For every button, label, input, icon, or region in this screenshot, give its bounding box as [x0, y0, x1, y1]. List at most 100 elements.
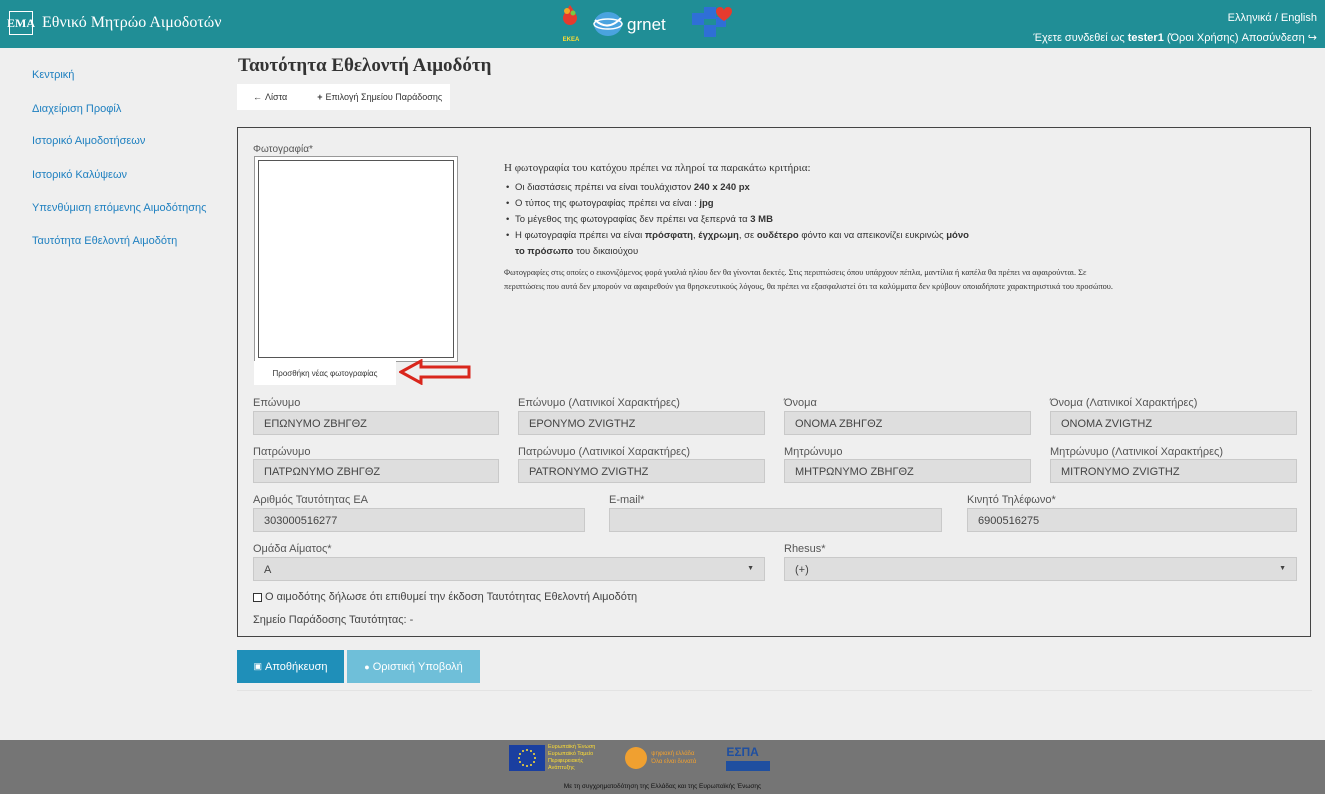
email-input[interactable]: [609, 508, 942, 532]
mother-name-latin-label: Μητρώνυμο (Λατινικοί Χαρακτήρες): [1050, 446, 1223, 458]
save-button[interactable]: ▣ Αποθήκευση: [237, 650, 344, 683]
father-name-latin-label: Πατρώνυμο (Λατινικοί Χαρακτήρες): [518, 446, 691, 458]
surname-label: Επώνυμο: [253, 397, 301, 409]
rhesus-value: (+): [795, 564, 809, 576]
photo-criteria: Η φωτογραφία του κατόχου πρέπει να πληρο…: [504, 162, 1113, 294]
criteria-item: Οι διαστάσεις πρέπει να είναι τουλάχιστο…: [504, 180, 1064, 196]
espa-bar: [726, 761, 771, 771]
final-submit-button[interactable]: ● Οριστική Υποβολή: [347, 650, 480, 683]
blood-group-label: Ομάδα Αίματος*: [253, 543, 332, 555]
id-number-label: Αριθμός Ταυτότητας ΕΑ: [253, 494, 369, 506]
logout-icon[interactable]: ↪: [1308, 32, 1317, 44]
criteria-item: Ο τύπος της φωτογραφίας πρέπει να είναι …: [504, 196, 1064, 212]
digital-greece-text: ψηφιακή ελλάδα Όλα είναι δυνατά: [651, 751, 697, 765]
consent-row: Ο αιμοδότης δήλωσε ότι επιθυμεί την έκδο…: [253, 591, 637, 603]
divider: [237, 690, 1312, 691]
terms-link[interactable]: (Όροι Χρήσης): [1167, 32, 1239, 44]
ekea-label: ΕΚΕΑ: [562, 37, 580, 43]
footer-caption: Με τη συγχρηματοδότηση της Ελλάδας και τ…: [563, 783, 762, 790]
name-latin-input[interactable]: ONOMA ZVIGTHZ: [1050, 411, 1297, 435]
ekea-logo: ΕΚΕΑ: [557, 5, 585, 43]
blood-group-select[interactable]: A ▼: [253, 557, 765, 581]
sidebar-item-donation-history[interactable]: Ιστορικό Αιμοδοτήσεων: [32, 135, 145, 147]
name-label: Όνομα: [784, 397, 817, 409]
partner-logos: ΕΚΕΑ grnet: [557, 5, 732, 43]
sidebar-item-donor-id[interactable]: Ταυτότητα Εθελοντή Αιμοδότη: [32, 235, 177, 247]
photo-label: Φωτογραφία*: [253, 144, 313, 155]
language-switch[interactable]: Ελληνικά / English: [1033, 8, 1317, 28]
user-area: Ελληνικά / English Έχετε συνδεθεί ως tes…: [1033, 8, 1317, 48]
rhesus-label: Rhesus*: [784, 543, 826, 555]
digital-greece-logo: ψηφιακή ελλάδα Όλα είναι δυνατά: [625, 747, 696, 769]
father-name-label: Πατρώνυμο: [253, 446, 311, 458]
brand[interactable]: ΕΜΑ Εθνικό Μητρώο Αιμοδοτών: [7, 11, 222, 35]
blood-group-value: A: [264, 564, 272, 576]
connected-text: Έχετε συνδεθεί ως: [1033, 32, 1125, 44]
criteria-item: Το μέγεθος της φωτογραφίας δεν πρέπει να…: [504, 212, 1064, 228]
surname-latin-label: Επώνυμο (Λατινικοί Χαρακτήρες): [518, 397, 680, 409]
mother-name-label: Μητρώνυμο: [784, 446, 843, 458]
name-latin-label: Όνομα (Λατινικοί Χαρακτήρες): [1050, 397, 1198, 409]
grnet-globe-icon: [593, 12, 623, 36]
top-navbar: ΕΜΑ Εθνικό Μητρώο Αιμοδοτών ΕΚΕΑ grnet Ε…: [0, 0, 1325, 48]
ema-logo: ΕΜΑ: [7, 11, 35, 35]
funding-logos: Ευρωπαϊκή Ένωση Ευρωπαϊκό Ταμείο Περιφερ…: [509, 744, 771, 772]
criteria-note: Φωτογραφίες στις οποίες ο εικονιζόμενος …: [504, 268, 1113, 291]
grnet-label: grnet: [627, 14, 666, 34]
sidebar-item-profile[interactable]: Διαχείριση Προφίλ: [32, 103, 121, 115]
criteria-item: Η φωτογραφία πρέπει να είναι πρόσφατη, έ…: [504, 228, 974, 260]
name-input[interactable]: ΟΝΟΜΑ ΖΒΗΓΘΖ: [784, 411, 1031, 435]
mother-name-latin-input[interactable]: MITRONYMO ZVIGTHZ: [1050, 459, 1297, 483]
logout-link[interactable]: Αποσύνδεση: [1242, 32, 1305, 44]
father-name-latin-input[interactable]: PATRONYMO ZVIGTHZ: [518, 459, 765, 483]
eu-logo: Ευρωπαϊκή Ένωση Ευρωπαϊκό Ταμείο Περιφερ…: [509, 744, 595, 772]
donor-id-form: Φωτογραφία* Προσθήκη νέας φωτογραφίας Η …: [237, 127, 1311, 637]
medical-cross-icon: [691, 7, 732, 37]
grnet-logo: grnet: [593, 10, 666, 38]
eu-text: Ευρωπαϊκή Ένωση Ευρωπαϊκό Ταμείο Περιφερ…: [548, 744, 596, 771]
consent-checkbox[interactable]: [253, 592, 262, 602]
rhesus-select[interactable]: (+) ▼: [784, 557, 1297, 581]
chevron-down-icon: ▼: [1279, 565, 1286, 572]
mother-name-input[interactable]: ΜΗΤΡΩΝΥΜΟ ΖΒΗΓΘΖ: [784, 459, 1031, 483]
sidebar-item-coverage-history[interactable]: Ιστορικό Καλύψεων: [32, 169, 127, 181]
red-arrow-icon: [399, 359, 471, 385]
surname-latin-input[interactable]: EPONYMO ZVIGTHZ: [518, 411, 765, 435]
final-submit-label: Οριστική Υποβολή: [372, 660, 463, 673]
espa-label: ΕΣΠΑ: [726, 745, 759, 759]
sidebar-item-next-donation-reminder[interactable]: Υπενθύμιση επόμενης Αιμοδότησης: [32, 202, 206, 214]
arrow-left-icon: ←: [253, 92, 262, 102]
add-photo-button[interactable]: Προσθήκη νέας φωτογραφίας: [254, 361, 396, 385]
delivery-point-text: Σημείο Παράδοσης Ταυτότητας: -: [253, 614, 414, 626]
eu-flag-icon: [509, 745, 545, 771]
criteria-list: Οι διαστάσεις πρέπει να είναι τουλάχιστο…: [504, 180, 1064, 260]
health-cross-logo: [691, 7, 732, 41]
email-label: E-mail*: [609, 494, 645, 506]
plus-icon: +: [317, 92, 323, 102]
digital-greece-emblem-icon: [625, 747, 648, 769]
mobile-input[interactable]: 6900516275: [967, 508, 1297, 532]
session-info: Έχετε συνδεθεί ως tester1 (Όροι Χρήσης) …: [1033, 28, 1317, 48]
consent-label: Ο αιμοδότης δήλωσε ότι επιθυμεί την έκδο…: [265, 591, 638, 603]
mobile-label: Κινητό Τηλέφωνο*: [967, 494, 1056, 506]
list-button[interactable]: ← Λίστα: [253, 92, 287, 102]
select-delivery-point-label: Επιλογή Σημείου Παράδοσης: [325, 92, 443, 102]
id-number-input[interactable]: 303000516277: [253, 508, 585, 532]
toolbar: ← Λίστα + Επιλογή Σημείου Παράδοσης: [237, 84, 450, 110]
footer: Ευρωπαϊκή Ένωση Ευρωπαϊκό Ταμείο Περιφερ…: [0, 740, 1325, 794]
save-button-label: Αποθήκευση: [265, 660, 328, 673]
circle-icon: ●: [364, 661, 370, 672]
photo-preview: [254, 156, 458, 362]
page-title: Ταυτότητα Εθελοντή Αιμοδότη: [238, 55, 492, 76]
floppy-disk-icon: ▣: [253, 661, 263, 671]
surname-input[interactable]: ΕΠΩΝΥΜΟ ΖΒΗΓΘΖ: [253, 411, 499, 435]
sidebar-item-home[interactable]: Κεντρική: [32, 69, 74, 81]
app-title: Εθνικό Μητρώο Αιμοδοτών: [42, 14, 222, 31]
photo-placeholder: [258, 160, 454, 358]
criteria-title: Η φωτογραφία του κατόχου πρέπει να πληρο…: [504, 162, 811, 174]
select-delivery-point-button[interactable]: + Επιλογή Σημείου Παράδοσης: [317, 92, 442, 102]
espa-logo: ΕΣΠΑ: [726, 745, 771, 771]
chevron-down-icon: ▼: [747, 565, 754, 572]
father-name-input[interactable]: ΠΑΤΡΩΝΥΜΟ ΖΒΗΓΘΖ: [253, 459, 499, 483]
username: tester1: [1127, 32, 1164, 44]
